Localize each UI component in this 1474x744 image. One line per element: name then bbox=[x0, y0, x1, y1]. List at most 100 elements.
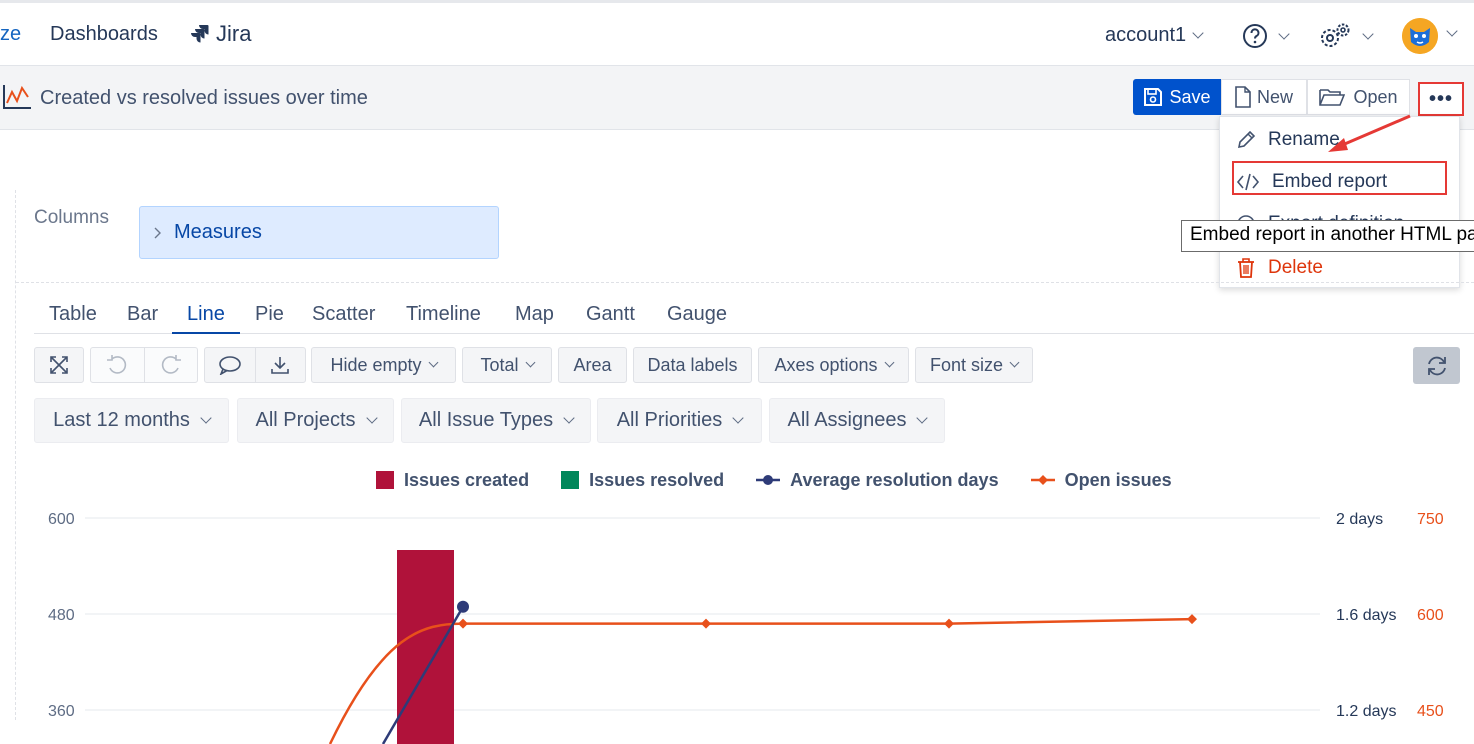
chevron-down-icon bbox=[1192, 27, 1204, 39]
pencil-icon bbox=[1237, 130, 1256, 149]
legend-swatch bbox=[561, 471, 580, 489]
nav-dashboards[interactable]: Dashboards bbox=[50, 23, 158, 46]
assignees-filter-label: All Assignees bbox=[787, 409, 907, 431]
chevron-down-icon bbox=[525, 357, 535, 368]
account-menu[interactable]: account1 bbox=[1105, 24, 1204, 47]
point-open-issues bbox=[1187, 614, 1197, 625]
right-axis-days-tick: 1.6 days bbox=[1336, 607, 1396, 624]
projects-filter-label: All Projects bbox=[255, 409, 356, 431]
new-button[interactable]: New bbox=[1221, 79, 1307, 115]
chevron-down-icon bbox=[884, 357, 894, 368]
tab-timeline[interactable]: Timeline bbox=[406, 303, 481, 326]
right-axis-open-tick: 450 bbox=[1417, 703, 1444, 720]
more-actions-button[interactable]: ••• bbox=[1418, 82, 1464, 116]
chevron-down-icon bbox=[1362, 27, 1374, 40]
comment-button[interactable] bbox=[205, 348, 255, 382]
fullscreen-button[interactable] bbox=[34, 347, 84, 383]
open-label: Open bbox=[1353, 86, 1398, 107]
undo-redo-group bbox=[90, 347, 198, 383]
total-label: Total bbox=[480, 354, 519, 375]
tab-map[interactable]: Map bbox=[515, 303, 554, 326]
hide-empty-dropdown[interactable]: Hide empty bbox=[311, 347, 456, 383]
line-chart-icon bbox=[3, 85, 31, 109]
tab-bar[interactable]: Bar bbox=[127, 303, 158, 326]
trash-icon bbox=[1238, 258, 1254, 278]
builder-divider bbox=[16, 282, 1474, 283]
refresh-icon bbox=[1427, 356, 1446, 375]
nav-analyze[interactable]: ze bbox=[0, 23, 21, 46]
font-size-label: Font size bbox=[929, 354, 1004, 375]
chevron-down-icon bbox=[1009, 357, 1020, 368]
ellipsis-icon: ••• bbox=[1428, 87, 1453, 110]
embed-report-tooltip: Embed report in another HTML page bbox=[1181, 220, 1474, 252]
undo-button[interactable] bbox=[91, 348, 144, 382]
period-filter[interactable]: Last 12 months bbox=[34, 398, 229, 443]
measures-dimension[interactable]: Measures bbox=[139, 206, 499, 259]
tab-gantt[interactable]: Gantt bbox=[586, 303, 635, 326]
axes-options-dropdown[interactable]: Axes options bbox=[758, 347, 909, 383]
save-label: Save bbox=[1169, 86, 1211, 107]
assignees-filter[interactable]: All Assignees bbox=[769, 398, 945, 443]
save-button[interactable]: Save bbox=[1133, 79, 1221, 115]
export-button[interactable] bbox=[255, 348, 305, 382]
axes-options-label: Axes options bbox=[774, 354, 878, 375]
point-open-issues bbox=[458, 618, 468, 629]
legend-label: Open issues bbox=[1064, 469, 1172, 490]
chevron-down-icon bbox=[1446, 25, 1458, 37]
tab-pie[interactable]: Pie bbox=[255, 303, 284, 326]
period-filter-label: Last 12 months bbox=[53, 409, 190, 431]
legend-item-issues-resolved[interactable]: Issues resolved bbox=[561, 470, 724, 491]
area-button[interactable]: Area bbox=[558, 347, 627, 383]
gear-icon bbox=[1321, 23, 1350, 47]
download-icon bbox=[271, 357, 290, 374]
legend-item-issues-created[interactable]: Issues created bbox=[376, 470, 529, 491]
tab-table[interactable]: Table bbox=[49, 303, 97, 326]
report-title[interactable]: Created vs resolved issues over time bbox=[40, 87, 368, 110]
comment-icon bbox=[218, 356, 241, 375]
redo-button[interactable] bbox=[144, 348, 197, 382]
chevron-down-icon bbox=[428, 357, 438, 368]
chart-type-tabs: Table Bar Line Pie Scatter Timeline Map … bbox=[34, 300, 1474, 334]
chevron-down-icon bbox=[916, 412, 929, 424]
top-navigation: ze Dashboards Jira account1 bbox=[0, 0, 1474, 68]
refresh-button[interactable] bbox=[1413, 347, 1460, 384]
tab-scatter[interactable]: Scatter bbox=[312, 303, 375, 326]
left-axis-tick: 600 bbox=[48, 511, 75, 528]
line-open-issues bbox=[328, 617, 1193, 744]
issue-types-filter[interactable]: All Issue Types bbox=[401, 398, 591, 443]
priorities-filter-label: All Priorities bbox=[616, 409, 723, 431]
total-dropdown[interactable]: Total bbox=[462, 347, 552, 383]
tab-line[interactable]: Line bbox=[187, 303, 225, 326]
tab-gauge[interactable]: Gauge bbox=[667, 303, 727, 326]
left-axis-tick: 480 bbox=[48, 607, 75, 624]
right-axis-days-tick: 1.2 days bbox=[1336, 703, 1396, 720]
right-axis-open-tick: 600 bbox=[1417, 607, 1444, 624]
right-axis-days-tick: 2 days bbox=[1336, 511, 1383, 528]
projects-filter[interactable]: All Projects bbox=[237, 398, 394, 443]
measures-label: Measures bbox=[174, 221, 262, 243]
right-axis-open-tick: 750 bbox=[1417, 511, 1444, 528]
data-labels-button[interactable]: Data labels bbox=[633, 347, 752, 383]
chevron-down-icon bbox=[200, 412, 212, 424]
active-tab-underline bbox=[172, 332, 240, 334]
chart-legend: Issues created Issues resolved Average r… bbox=[376, 468, 1204, 492]
help-menu[interactable] bbox=[1242, 23, 1290, 49]
comment-export-group bbox=[204, 347, 306, 383]
bar-issues-created bbox=[397, 550, 454, 744]
legend-line-marker bbox=[1030, 475, 1055, 485]
nav-jira[interactable]: Jira bbox=[190, 21, 251, 47]
settings-menu[interactable] bbox=[1318, 22, 1374, 50]
priorities-filter[interactable]: All Priorities bbox=[597, 398, 762, 443]
font-size-dropdown[interactable]: Font size bbox=[915, 347, 1033, 383]
undo-icon bbox=[107, 355, 127, 374]
issue-types-filter-label: All Issue Types bbox=[418, 409, 554, 431]
legend-item-average-resolution-days[interactable]: Average resolution days bbox=[756, 470, 999, 491]
avatar[interactable] bbox=[1402, 18, 1438, 54]
chevron-down-icon bbox=[1278, 27, 1290, 40]
jira-icon bbox=[191, 25, 209, 43]
redo-icon bbox=[161, 355, 181, 374]
legend-label: Issues created bbox=[404, 469, 530, 490]
expand-icon bbox=[50, 356, 68, 374]
legend-item-open-issues[interactable]: Open issues bbox=[1030, 469, 1172, 491]
chevron-right-icon bbox=[154, 227, 161, 238]
